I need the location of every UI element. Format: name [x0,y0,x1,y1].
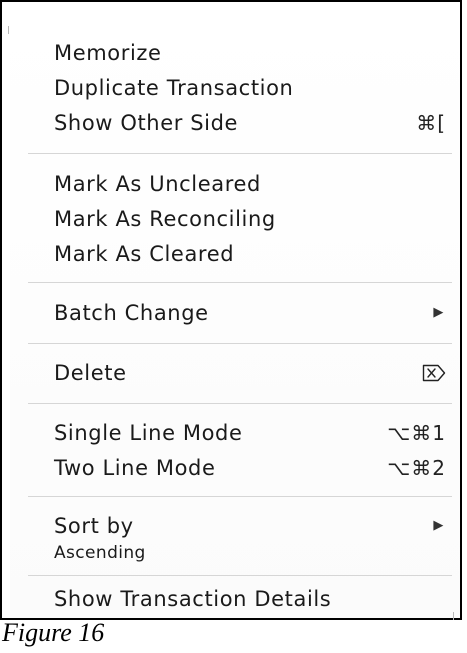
menu-separator [28,575,452,576]
menu-item-memorize[interactable]: Memorize [54,36,446,70]
submenu-arrow-icon: ▶ [433,305,444,320]
sort-by-sublabel: Ascending [54,543,146,563]
menu-item-single-line-mode[interactable]: Single Line Mode ⌥⌘1 [54,416,446,450]
submenu-arrow-icon: ▶ [433,518,444,533]
menu-item-sort-by[interactable]: Sort by ▶ [54,509,446,543]
menu-separator [28,496,452,497]
menu-item-show-other-side[interactable]: Show Other Side ⌘[ [54,106,446,140]
delete-key-icon [422,364,446,382]
corner-mark [8,26,9,34]
menu-item-mark-as-reconciling[interactable]: Mark As Reconciling [54,202,446,236]
menu-item-delete[interactable]: Delete [54,356,446,390]
menu-separator [28,403,452,404]
menu-item-show-transaction-details[interactable]: Show Transaction Details [54,582,446,616]
menu-separator [28,343,452,344]
context-menu-frame: Memorize Duplicate Transaction Show Othe… [0,0,462,620]
shortcut-label: ⌘[ [416,111,446,135]
menu-item-duplicate-transaction[interactable]: Duplicate Transaction [54,71,446,105]
shortcut-label: ⌥⌘2 [387,456,446,480]
menu-separator [28,153,452,154]
context-menu: Memorize Duplicate Transaction Show Othe… [8,12,460,620]
menu-item-mark-as-uncleared[interactable]: Mark As Uncleared [54,167,446,201]
menu-item-mark-as-cleared[interactable]: Mark As Cleared [54,237,446,271]
shortcut-label: ⌥⌘1 [387,421,446,445]
menu-separator [28,282,452,283]
menu-item-batch-change[interactable]: Batch Change ▶ [54,296,446,330]
menu-item-two-line-mode[interactable]: Two Line Mode ⌥⌘2 [54,451,446,485]
corner-mark [453,612,454,620]
figure-caption: Figure 16 [2,618,105,647]
